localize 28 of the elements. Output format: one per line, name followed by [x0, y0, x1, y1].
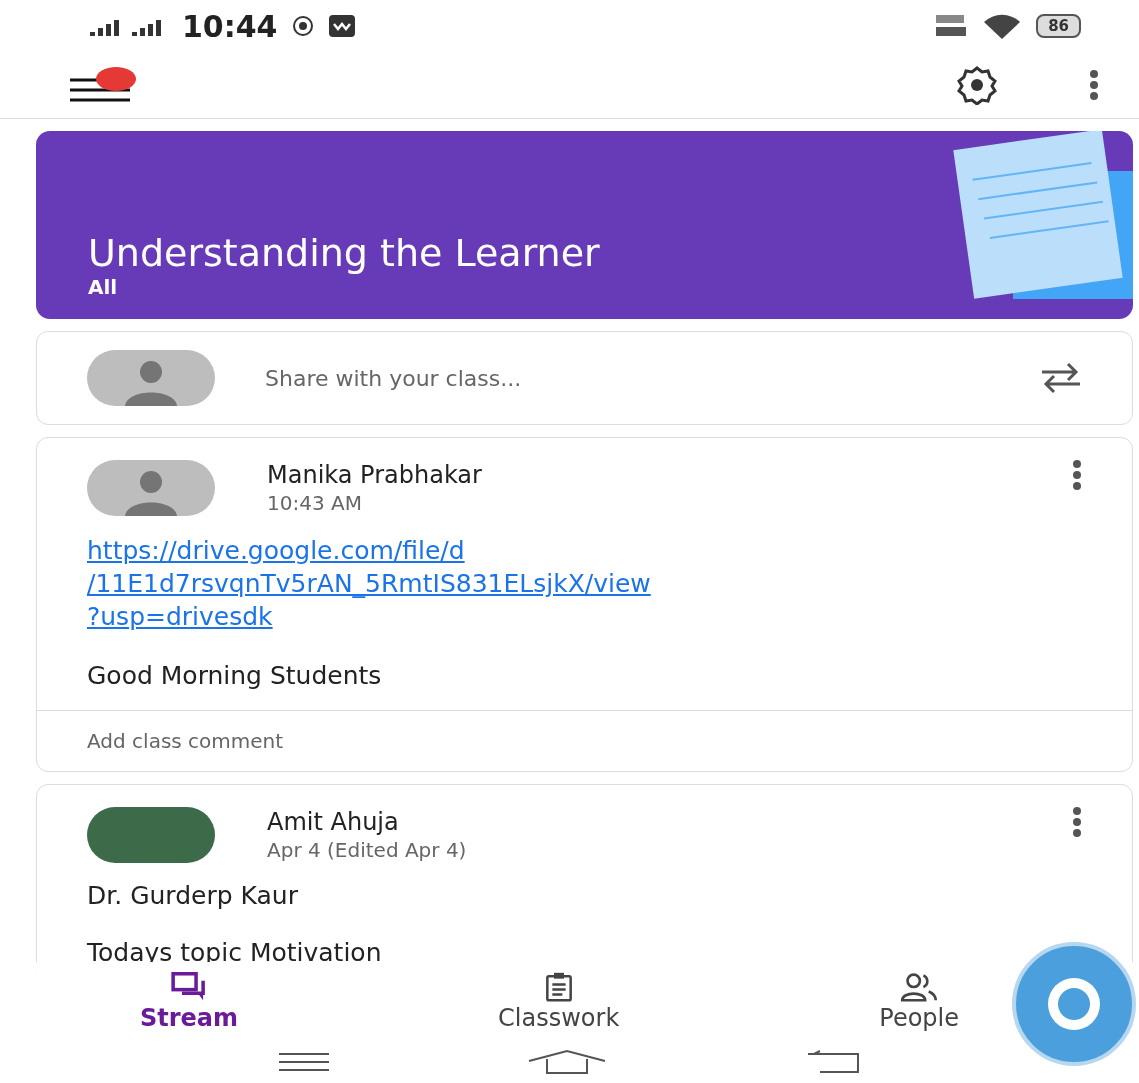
- menu-icon[interactable]: [279, 1051, 330, 1072]
- more-icon[interactable]: [1072, 460, 1082, 490]
- share-card[interactable]: Share with your class...: [36, 331, 1133, 425]
- home-icon[interactable]: [527, 1048, 608, 1075]
- status-time: 10:44: [182, 8, 278, 44]
- more-icon[interactable]: [1089, 70, 1099, 100]
- share-prompt[interactable]: Share with your class...: [265, 365, 990, 391]
- nav-tab[interactable]: People: [869, 962, 969, 1042]
- post-text: Dr. Gurderp Kaur: [87, 881, 299, 910]
- author-name: Amit Ahuja: [267, 808, 400, 836]
- post-text: Good Morning Students: [87, 661, 383, 690]
- class-title: Understanding the Learner: [88, 231, 600, 275]
- add-comment-field[interactable]: Add class comment: [37, 710, 1132, 771]
- location-icon: [291, 15, 314, 37]
- drive-link[interactable]: ?usp=drivesdk: [87, 600, 1082, 633]
- post-time: 10:43 AM: [267, 491, 363, 515]
- back-icon[interactable]: [805, 1049, 860, 1074]
- class-subtitle: All: [88, 275, 119, 299]
- drive-link[interactable]: /11E1d7rsvqnTv5rAN_5RmtIS831ELsjkX/view: [87, 567, 1082, 600]
- battery-level: 86: [1036, 14, 1081, 38]
- author-name: Manika Prabhakar: [267, 461, 483, 489]
- app-notification-icon: [327, 14, 356, 38]
- repeat-icon[interactable]: [1040, 360, 1082, 396]
- drive-link[interactable]: https://drive.google.com/file/d: [87, 534, 1082, 567]
- nav-tab[interactable]: Classwork: [488, 962, 630, 1042]
- settings-icon[interactable]: [955, 65, 999, 105]
- post-time: Apr 4 (Edited Apr 4): [267, 838, 468, 862]
- more-icon[interactable]: [1072, 807, 1082, 837]
